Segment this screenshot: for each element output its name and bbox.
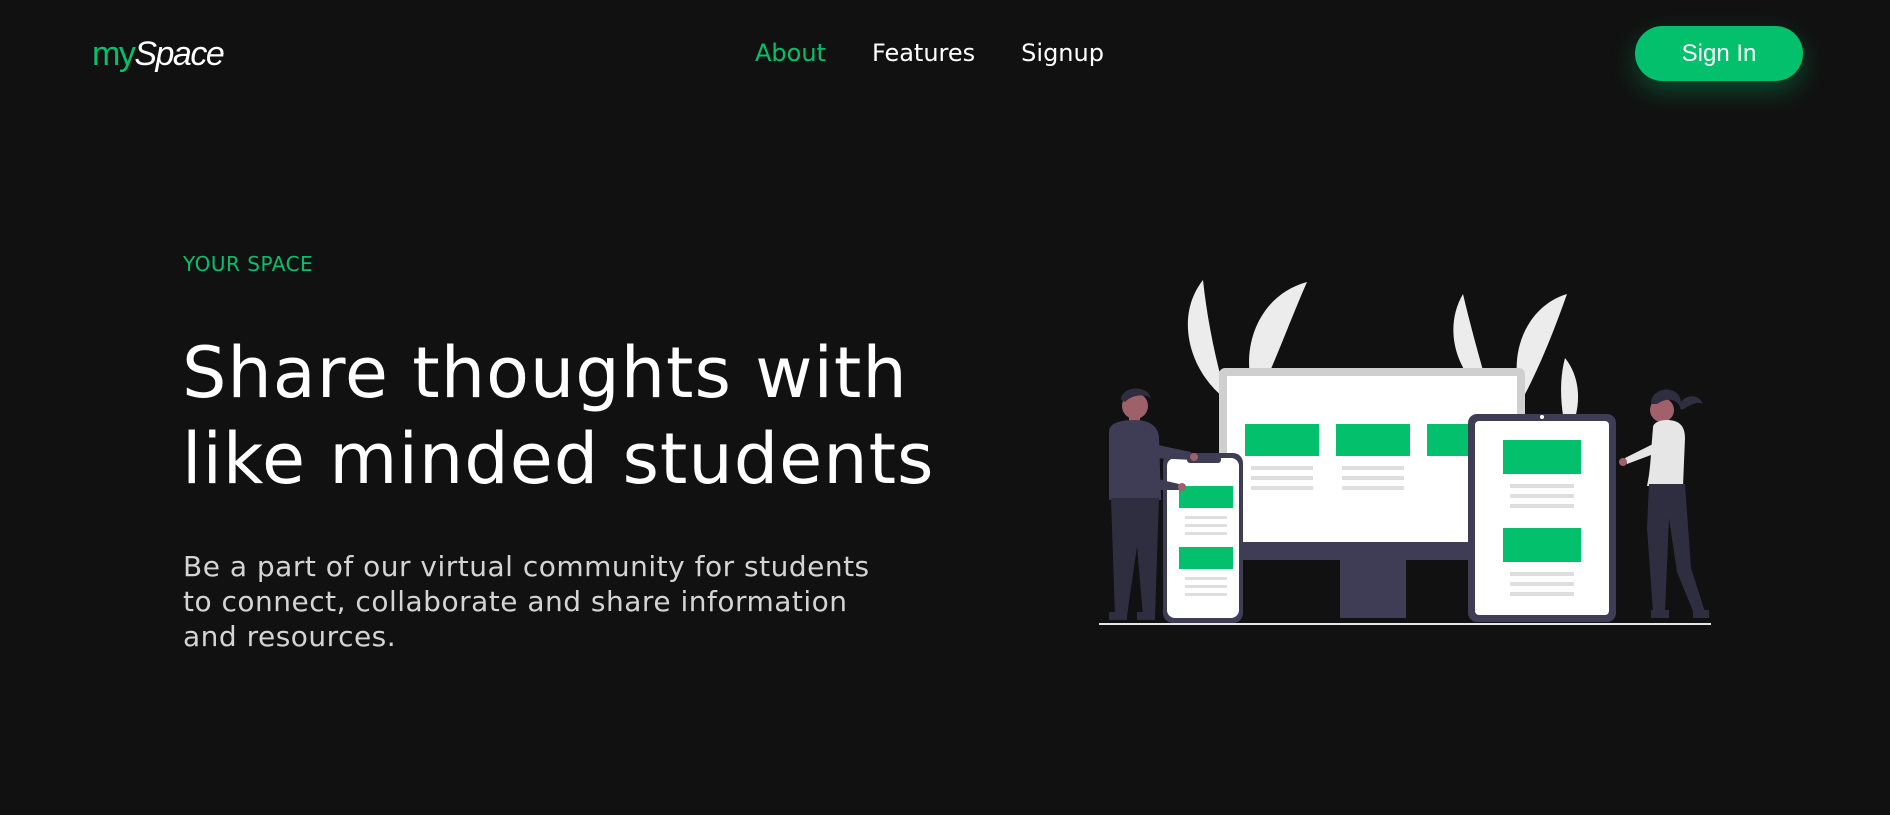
landing-page: mySpace About Features Signup Sign In YO… [0,0,1890,815]
logo[interactable]: mySpace [92,34,225,74]
logo-my: my [92,35,136,73]
person-right [1619,389,1709,618]
tablet [1468,414,1616,622]
hero-description: Be a part of our virtual community for s… [183,549,943,654]
phone [1163,453,1243,623]
logo-space: Space [134,35,224,73]
nav-signup[interactable]: Signup [1021,38,1104,68]
sign-in-button[interactable]: Sign In [1635,26,1803,81]
hero-headline: Share thoughts with like minded students [182,330,1002,502]
nav-features[interactable]: Features [872,38,975,68]
hero-eyebrow: YOUR SPACE [183,252,314,276]
description-line-1: Be a part of our virtual community for s… [183,550,870,583]
main-nav: About Features Signup [755,38,1104,68]
nav-about[interactable]: About [755,38,826,68]
description-line-3: and resources. [183,620,397,653]
people-with-devices-illustration [1099,280,1711,625]
description-line-2: to connect, collaborate and share inform… [183,585,848,618]
headline-line-2: like minded students [182,418,935,500]
ground-line [1099,623,1711,625]
headline-line-1: Share thoughts with [182,332,908,414]
